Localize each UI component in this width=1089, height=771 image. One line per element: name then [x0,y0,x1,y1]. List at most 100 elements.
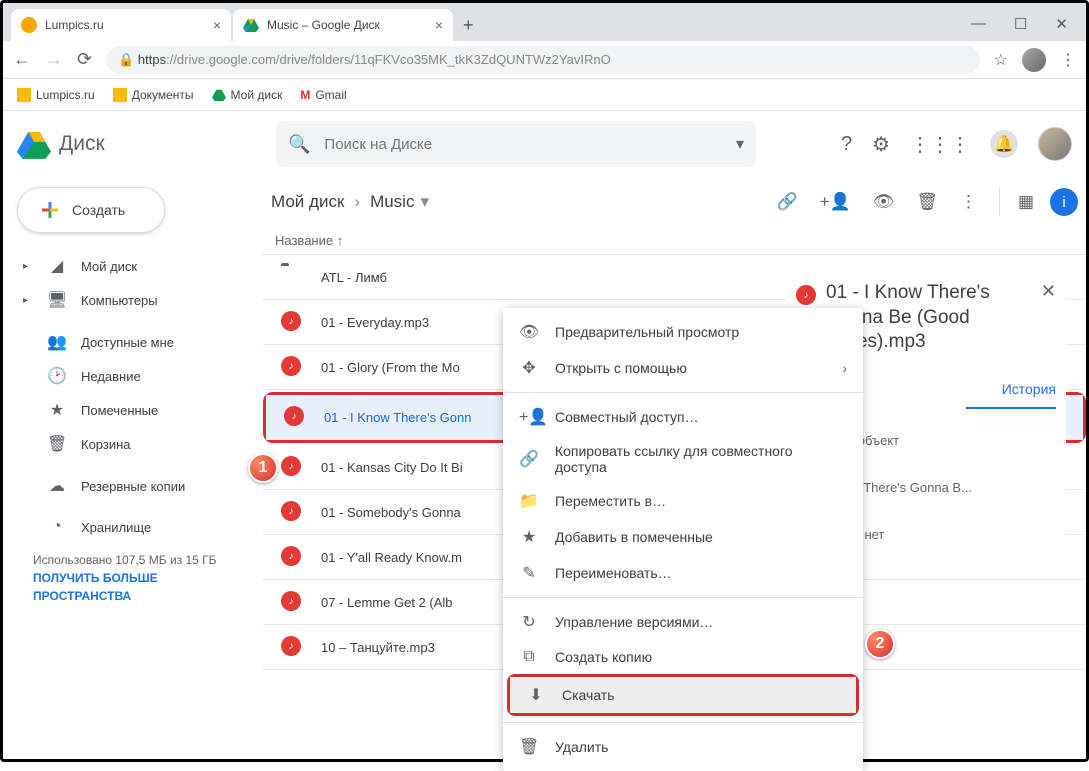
sidebar-item-starred[interactable]: ★Помеченные [9,393,257,427]
tab-drive[interactable]: Music – Google Диск × [233,9,453,41]
ctx-star[interactable]: ★Добавить в помеченные [503,519,863,555]
search-dropdown-icon[interactable]: ▾ [736,134,744,154]
breadcrumb-current[interactable]: Music ▾ [370,192,429,212]
grid-view-icon[interactable]: ▦ [1018,192,1034,212]
details-line: и 1 объект [836,429,1056,452]
search-input[interactable] [324,136,736,153]
tab-title: Lumpics.ru [45,18,104,32]
tab-title: Music – Google Диск [267,18,380,32]
audio-icon: ♪ [281,636,301,656]
audio-icon: ♪ [281,501,301,521]
history-icon: ↻ [519,612,539,632]
breadcrumb: Мой диск › Music ▾ [271,192,429,212]
url-scheme: https [138,52,166,67]
profile-avatar[interactable] [1022,48,1046,72]
divider [503,392,863,393]
audio-icon: ♪ [281,356,301,376]
reload-button[interactable]: ⟳ [77,49,92,70]
details-line: now There's Gonna B... [836,476,1056,499]
chevron-right-icon: › [842,360,847,376]
ctx-preview[interactable]: 👁Предварительный просмотр [503,314,863,350]
share-icon[interactable]: +👤 [820,192,851,212]
sidebar-item-trash[interactable]: 🗑Корзина [9,427,257,461]
star-icon[interactable]: ☆ [994,50,1008,70]
bookmark-gmail[interactable]: MGmail [300,88,346,102]
help-icon[interactable]: ? [841,133,852,156]
settings-icon[interactable]: ⚙ [872,132,890,157]
star-icon: ★ [519,527,539,547]
audio-icon: ♪ [796,285,816,305]
ctx-move[interactable]: 📁Переместить в… [503,483,863,519]
ctx-rename[interactable]: ✎Переименовать… [503,555,863,591]
bookmarks-bar: Lumpics.ru Документы Мой диск MGmail [3,79,1086,111]
window-maximize[interactable]: ☐ [1014,15,1027,33]
notifications-icon[interactable]: 🔔 [990,130,1018,158]
ctx-download[interactable]: ⬇Скачать [510,677,856,713]
link-icon: 🔗 [519,449,539,469]
breadcrumb-root[interactable]: Мой диск [271,192,344,212]
ctx-versions[interactable]: ↻Управление версиями… [503,604,863,640]
details-line: 18 г. нет [836,523,1056,546]
lock-icon: 🔒 [118,52,134,68]
info-icon[interactable]: i [1050,188,1078,216]
audio-icon: ♪ [284,406,304,426]
url-path: ://drive.google.com/drive/folders/11qFKV… [166,52,611,67]
delete-icon[interactable]: 🗑 [916,192,938,212]
audio-icon: ♪ [281,311,301,331]
more-icon[interactable]: ⋮ [960,192,977,212]
window-close[interactable]: ✕ [1055,15,1068,33]
sidebar-item-storage[interactable]: ◔Хранилище [9,511,257,543]
sort-arrow-icon: ↑ [337,233,344,248]
details-tab-history[interactable]: История [966,371,1056,409]
sidebar-item-recent[interactable]: 🕑Недавние [9,359,257,393]
context-menu: 👁Предварительный просмотр ✥Открыть с пом… [503,308,863,771]
favicon [21,17,37,33]
ctx-share[interactable]: +👤Совместный доступ… [503,399,863,435]
browser-menu-icon[interactable]: ⋮ [1060,50,1076,70]
ctx-copy[interactable]: ⧉Создать копию [503,640,863,674]
tab-lumpics[interactable]: Lumpics.ru × [11,9,231,41]
audio-icon: ♪ [281,591,301,611]
divider [503,722,863,723]
close-icon[interactable]: × [435,17,443,33]
bookmark-lumpics[interactable]: Lumpics.ru [17,88,95,102]
rename-icon: ✎ [519,563,539,583]
create-label: Создать [72,202,125,218]
link-icon[interactable]: 🔗 [776,192,797,212]
storage-upgrade-link[interactable]: ПОЛУЧИТЬ БОЛЬШЕ ПРОСТРАНСТВА [33,571,158,603]
window-minimize[interactable]: — [971,15,986,33]
drive-header: Диск 🔍 ▾ ? ⚙ ⋮⋮⋮ 🔔 [3,111,1086,177]
ctx-openwith[interactable]: ✥Открыть с помощью› [503,350,863,386]
drive-logo[interactable]: Диск [17,129,262,159]
favicon [243,17,259,33]
column-header[interactable]: Название ↑ [263,227,1086,255]
action-bar: Мой диск › Music ▾ 🔗 +👤 👁 🗑 ⋮ ▦ i [263,177,1086,227]
account-avatar[interactable] [1038,127,1072,161]
address-bar[interactable]: 🔒 https://drive.google.com/drive/folders… [106,46,980,74]
create-button[interactable]: Создать [17,187,165,233]
new-tab-button[interactable]: + [455,15,482,36]
sidebar-item-mydrive[interactable]: ▸◢Мой диск [9,249,257,283]
ctx-delete[interactable]: 🗑Удалить [503,729,863,765]
download-icon: ⬇ [526,685,546,705]
apps-icon[interactable]: ⋮⋮⋮ [910,132,970,157]
annotation-marker-1: 1 [248,453,278,483]
sidebar-item-shared[interactable]: 👥Доступные мне [9,325,257,359]
search-bar[interactable]: 🔍 ▾ [276,121,756,167]
sidebar-item-backups[interactable]: ☁Резервные копии [9,469,257,503]
back-button[interactable]: ← [13,49,31,70]
bookmark-docs[interactable]: Документы [113,88,194,102]
bookmark-mydrive[interactable]: Мой диск [212,88,283,102]
ctx-copylink[interactable]: 🔗Копировать ссылку для совместного досту… [503,435,863,483]
preview-icon[interactable]: 👁 [873,192,895,212]
chevron-right-icon: › [354,192,360,212]
copy-icon: ⧉ [519,648,539,666]
browser-toolbar: ← → ⟳ 🔒 https://drive.google.com/drive/f… [3,41,1086,79]
browser-tabs: Lumpics.ru × Music – Google Диск × + [3,3,1086,41]
close-icon[interactable]: ✕ [1041,281,1056,302]
trash-icon: 🗑 [519,737,539,757]
sidebar-item-computers[interactable]: ▸🖥Компьютеры [9,283,257,317]
app-name: Диск [59,132,105,156]
audio-icon: ♪ [281,456,301,476]
close-icon[interactable]: × [213,17,221,33]
